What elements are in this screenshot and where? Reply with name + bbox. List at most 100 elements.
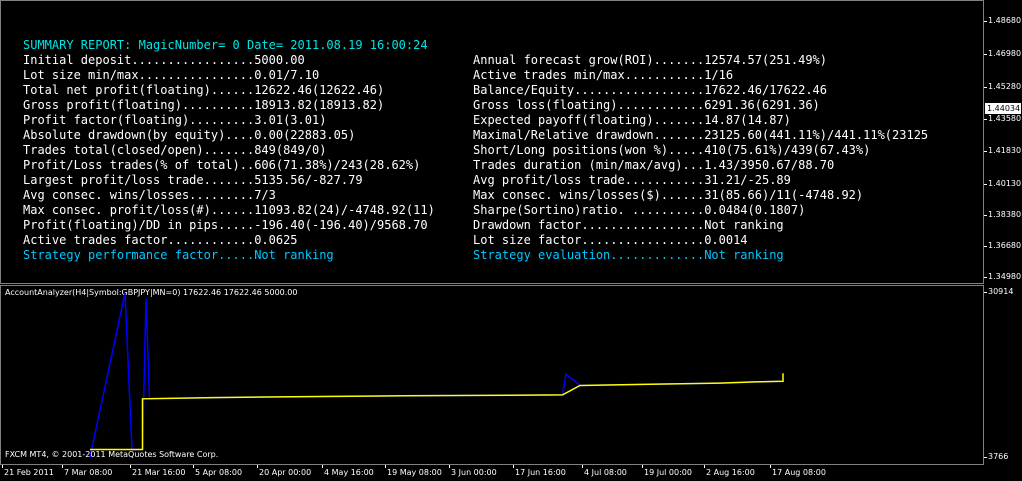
report-label: Avg consec. wins/losses......... bbox=[23, 188, 255, 202]
report-value: 1.43/3950.67/88.70 bbox=[704, 158, 835, 172]
price-tick bbox=[984, 215, 987, 216]
report-label: Active trades min/max........... bbox=[473, 68, 705, 82]
price-label: 1.34980 bbox=[988, 272, 1022, 281]
report-value: 0.00(22883.05) bbox=[254, 128, 356, 142]
report-label: Balance/Equity.................. bbox=[473, 83, 705, 97]
time-label: 17 Aug 08:00 bbox=[772, 468, 826, 477]
report-left-row: Max consec. profit/loss(#)......11093.82… bbox=[23, 203, 435, 218]
report-right-row: Trades duration (min/max/avg)...1.43/395… bbox=[473, 158, 834, 173]
report-right-row: Annual forecast grow(ROI).......12574.57… bbox=[473, 53, 827, 68]
report-value: 0.0484(0.1807) bbox=[704, 203, 806, 217]
report-label: Gross profit(floating).......... bbox=[23, 98, 255, 112]
report-left-row: Profit factor(floating).........3.01(3.0… bbox=[23, 113, 326, 128]
time-tick bbox=[62, 465, 63, 468]
price-label: 1.40130 bbox=[988, 179, 1022, 188]
report-right-row: Max consec. wins/losses($)......31(85.66… bbox=[473, 188, 863, 203]
time-axis[interactable]: 21 Feb 2011 7 Mar 08:00 21 Mar 16:00 5 Apr … bbox=[0, 465, 1022, 481]
report-right-row: Gross loss(floating)............6291.36(… bbox=[473, 98, 820, 113]
report-label: Sharpe(Sortino)ratio. .......... bbox=[473, 203, 705, 217]
time-label: 2 Aug 16:00 bbox=[706, 468, 755, 477]
report-label: Short/Long positions(won %)..... bbox=[473, 143, 705, 157]
report-value: 5135.56/-827.79 bbox=[254, 173, 363, 187]
report-value: 31.21/-25.89 bbox=[704, 173, 791, 187]
report-left-row: Active trades factor............0.0625 bbox=[23, 233, 298, 248]
report-value: 849(849/0) bbox=[254, 143, 327, 157]
report-right-row: Drawdown factor.................Not rank… bbox=[473, 218, 784, 233]
report-label: Annual forecast grow(ROI)....... bbox=[473, 53, 705, 67]
time-label: 4 Jul 08:00 bbox=[584, 468, 627, 477]
report-value: -196.40(-196.40)/9568.70 bbox=[254, 218, 428, 232]
report-label: Strategy performance factor..... bbox=[23, 248, 255, 262]
report-right-row: Avg profit/loss trade...........31.21/-2… bbox=[473, 173, 791, 188]
report-label: Trades duration (min/max/avg)... bbox=[473, 158, 705, 172]
price-tick bbox=[984, 246, 987, 247]
report-label: Profit factor(floating)......... bbox=[23, 113, 255, 127]
report-left-row: Gross profit(floating)..........18913.82… bbox=[23, 98, 384, 113]
time-label: 19 Jul 00:00 bbox=[644, 468, 692, 477]
report-left-row: Profit/Loss trades(% of total)..606(71.3… bbox=[23, 158, 420, 173]
report-value: 11093.82(24)/-4748.92(11) bbox=[254, 203, 435, 217]
report-label: Largest profit/loss trade....... bbox=[23, 173, 255, 187]
report-left-row: Strategy performance factor.....Not rank… bbox=[23, 248, 334, 263]
time-label: 20 Apr 00:00 bbox=[259, 468, 312, 477]
price-label: 1.38380 bbox=[988, 210, 1022, 219]
time-tick bbox=[770, 465, 771, 468]
report-right-row: Maximal/Relative drawdown.......23125.60… bbox=[473, 128, 928, 143]
time-tick bbox=[385, 465, 386, 468]
report-label: Profit/Loss trades(% of total).. bbox=[23, 158, 255, 172]
price-label: 1.36680 bbox=[988, 241, 1022, 250]
price-label: 1.45280 bbox=[988, 82, 1022, 91]
time-tick bbox=[513, 465, 514, 468]
report-label: Lot size min/max................ bbox=[23, 68, 255, 82]
report-label: Lot size factor................. bbox=[473, 233, 705, 247]
report-left-row: Trades total(closed/open).......849(849/… bbox=[23, 143, 326, 158]
report-value: 7/3 bbox=[254, 188, 276, 202]
report-value: 18913.82(18913.82) bbox=[254, 98, 385, 112]
time-tick bbox=[130, 465, 131, 468]
report-value: 12574.57(251.49%) bbox=[704, 53, 828, 67]
report-left-row: Total net profit(floating)......12622.46… bbox=[23, 83, 384, 98]
report-value: 0.0014 bbox=[704, 233, 748, 247]
time-tick bbox=[322, 465, 323, 468]
report-left-row: Profit(floating)/DD in pips.....-196.40(… bbox=[23, 218, 428, 233]
time-label: 17 Jun 16:00 bbox=[515, 468, 566, 477]
price-label: 1.41830 bbox=[988, 146, 1022, 155]
report-label: Gross loss(floating)............ bbox=[473, 98, 705, 112]
report-right-row: Balance/Equity..................17622.46… bbox=[473, 83, 827, 98]
price-tick bbox=[984, 21, 987, 22]
report-right-row: Sharpe(Sortino)ratio. ..........0.0484(0… bbox=[473, 203, 805, 218]
price-label: 1.43580 bbox=[988, 114, 1022, 123]
current-price-marker: 1.44034 bbox=[985, 103, 1021, 114]
report-left-row: Initial deposit.................5000.00 bbox=[23, 53, 305, 68]
report-label: Initial deposit................. bbox=[23, 53, 255, 67]
report-right-row: Expected payoff(floating).......14.87(14… bbox=[473, 113, 791, 128]
report-title: SUMMARY REPORT: MagicNumber= 0 Date= 201… bbox=[23, 38, 428, 52]
report-label: Absolute drawdown(by equity).... bbox=[23, 128, 255, 142]
price-scale[interactable]: 1.48680 1.46980 1.45280 1.43580 1.41830 … bbox=[984, 0, 1022, 465]
price-tick bbox=[984, 87, 987, 88]
price-tick bbox=[984, 119, 987, 120]
price-tick bbox=[984, 184, 987, 185]
time-label: 21 Feb 2011 bbox=[4, 468, 54, 477]
report-label: Avg profit/loss trade........... bbox=[473, 173, 705, 187]
report-value: 6291.36(6291.36) bbox=[704, 98, 820, 112]
report-right-row: Short/Long positions(won %).....410(75.6… bbox=[473, 143, 870, 158]
report-label: Total net profit(floating)...... bbox=[23, 83, 255, 97]
time-label: 21 Mar 16:00 bbox=[132, 468, 186, 477]
time-tick bbox=[257, 465, 258, 468]
price-label: 1.48680 bbox=[988, 16, 1022, 25]
report-value: 1/16 bbox=[704, 68, 734, 82]
report-right-row: Active trades min/max...........1/16 bbox=[473, 68, 733, 83]
report-left-row: Absolute drawdown(by equity)....0.00(228… bbox=[23, 128, 355, 143]
report-label: Max consec. wins/losses($)...... bbox=[473, 188, 705, 202]
report-value: 17622.46/17622.46 bbox=[704, 83, 828, 97]
report-value: 0.01/7.10 bbox=[254, 68, 320, 82]
report-label: Active trades factor............ bbox=[23, 233, 255, 247]
price-tick bbox=[984, 151, 987, 152]
report-label: Drawdown factor................. bbox=[473, 218, 705, 232]
report-value: 3.01(3.01) bbox=[254, 113, 327, 127]
time-label: 4 May 16:00 bbox=[324, 468, 374, 477]
indicator-scale-max: 30914 bbox=[988, 287, 1014, 296]
time-label: 5 Apr 08:00 bbox=[195, 468, 243, 477]
report-value: 12622.46(12622.46) bbox=[254, 83, 385, 97]
